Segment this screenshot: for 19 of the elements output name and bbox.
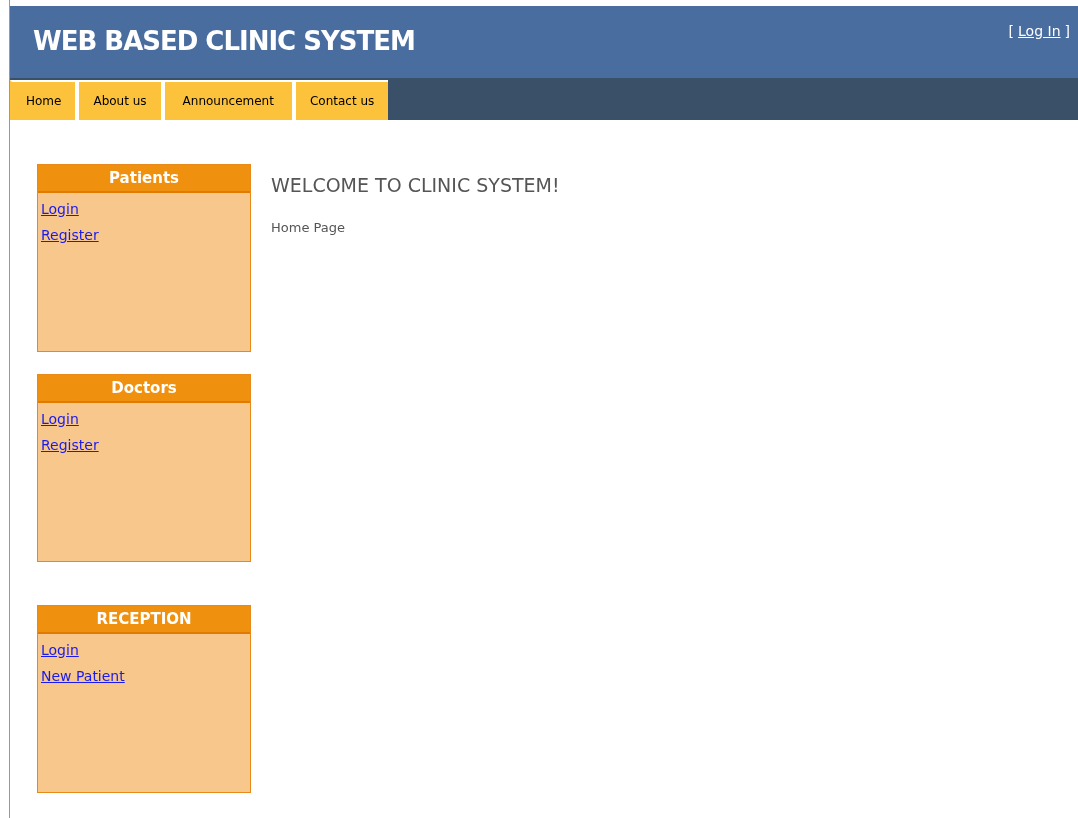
nav-tab[interactable]: About us [75,80,161,120]
nav-tab[interactable]: Contact us [291,80,389,120]
nav-tab[interactable]: Announcement [160,80,292,120]
panel-link[interactable]: New Patient [41,668,125,684]
bracket: ] [1064,23,1070,39]
panel-link[interactable]: Register [41,227,99,243]
nav-tab[interactable]: Home [10,80,76,120]
page-heading: WELCOME TO CLINIC SYSTEM! [271,174,560,196]
panel-link[interactable]: Login [41,411,79,427]
site-title: WEB BASED CLINIC SYSTEM [33,26,415,56]
panel-link[interactable]: Login [41,201,79,217]
panel-link[interactable]: Login [41,642,79,658]
panel-title: Doctors [38,375,250,403]
bracket: [ [1008,23,1015,39]
panel-title: Patients [38,165,250,193]
panel-link[interactable]: Register [41,437,99,453]
panel-title: RECEPTION [38,606,250,634]
sign-in-link[interactable]: Log In [1018,23,1061,39]
page-text: Home Page [271,220,346,235]
